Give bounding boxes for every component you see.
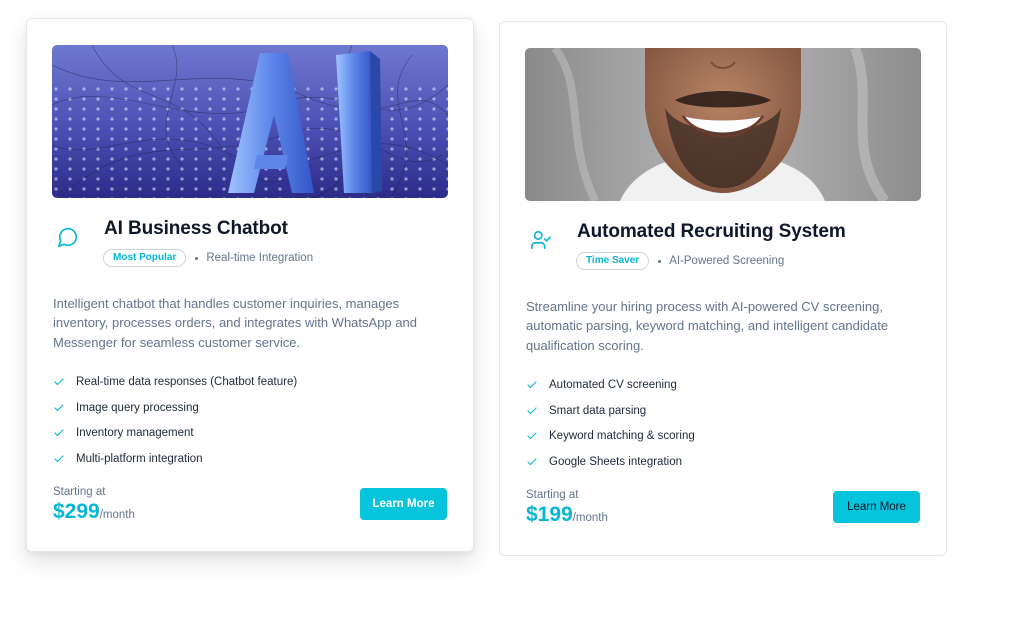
feature-item: Image query processing xyxy=(53,395,297,421)
feature-item: Multi-platform integration xyxy=(53,446,297,472)
card-title: AI Business Chatbot xyxy=(104,218,288,239)
check-icon xyxy=(54,403,64,411)
price-period: /month xyxy=(572,512,608,524)
ai-letters-image xyxy=(52,45,448,198)
price-amount: $199 xyxy=(526,503,573,526)
card-meta: Time Saver AI-Powered Screening xyxy=(576,252,784,270)
feature-item: Real-time data responses (Chatbot featur… xyxy=(53,369,297,395)
status-badge: Most Popular xyxy=(103,249,187,267)
check-icon xyxy=(54,378,64,385)
learn-more-button[interactable]: Learn More xyxy=(833,491,920,523)
feature-list: Real-time data responses (Chatbot featur… xyxy=(53,369,297,472)
separator-dot xyxy=(658,259,662,263)
price: $199/month xyxy=(526,503,608,527)
check-icon xyxy=(54,429,64,437)
card-meta: Most Popular Real-time Integration xyxy=(103,249,313,267)
card-subtitle: AI-Powered Screening xyxy=(669,255,785,267)
feature-item: Automated CV screening xyxy=(526,372,695,398)
learn-more-button[interactable]: Learn More xyxy=(360,488,447,520)
check-icon xyxy=(527,458,537,465)
feature-item: Keyword matching & scoring xyxy=(526,423,695,449)
feature-item: Inventory management xyxy=(53,420,297,446)
check-icon xyxy=(54,455,64,462)
price: $299/month xyxy=(53,500,135,524)
separator-dot xyxy=(195,256,199,260)
card-subtitle: Real-time Integration xyxy=(206,252,314,264)
feature-label: Google Sheets integration xyxy=(549,455,682,468)
price-label: Starting at xyxy=(526,489,579,501)
user-check-icon xyxy=(530,229,552,251)
feature-item: Smart data parsing xyxy=(526,398,695,424)
price-label: Starting at xyxy=(53,486,106,498)
card-description: Intelligent chatbot that handles custome… xyxy=(53,296,417,350)
price-period: /month xyxy=(99,509,135,521)
feature-list: Automated CV screening Smart data parsin… xyxy=(526,372,695,475)
feature-item: Google Sheets integration xyxy=(526,449,695,475)
feature-label: Image query processing xyxy=(76,401,199,414)
feature-label: Smart data parsing xyxy=(549,404,647,417)
check-icon xyxy=(527,406,537,414)
status-badge: Time Saver xyxy=(576,252,650,270)
feature-label: Multi-platform integration xyxy=(76,452,203,465)
product-card-ai-chatbot: AI Business Chatbot Most Popular Real-ti… xyxy=(26,18,474,552)
feature-label: Automated CV screening xyxy=(549,378,677,391)
feature-label: Real-time data responses (Chatbot featur… xyxy=(76,375,298,388)
price-amount: $299 xyxy=(53,500,100,523)
card-description: Streamline your hiring process with AI-p… xyxy=(526,299,889,353)
message-circle-icon xyxy=(57,226,79,248)
feature-label: Keyword matching & scoring xyxy=(549,430,695,443)
product-card-recruiting: Automated Recruiting System Time Saver A… xyxy=(499,21,947,556)
smiling-man-image xyxy=(525,48,921,201)
check-icon xyxy=(527,432,537,440)
check-icon xyxy=(527,381,537,388)
card-title: Automated Recruiting System xyxy=(577,221,846,242)
feature-label: Inventory management xyxy=(76,427,194,440)
